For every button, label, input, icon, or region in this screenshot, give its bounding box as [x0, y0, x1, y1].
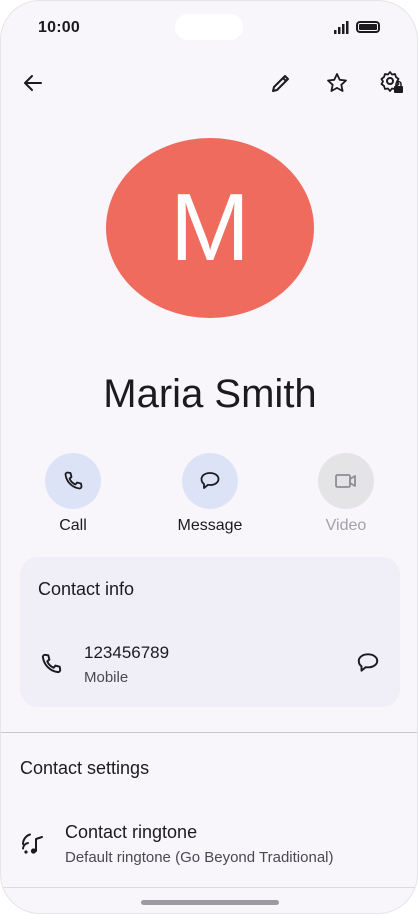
message-action-circle[interactable]	[182, 453, 238, 509]
status-bar: 10:00	[1, 1, 417, 55]
favorite-button[interactable]	[317, 63, 357, 103]
chat-bubble-icon	[357, 653, 379, 672]
contact-info-card: Contact info 123456789 Mobile	[20, 557, 400, 707]
settings-lock-icon	[380, 71, 403, 93]
camera-cutout	[175, 14, 243, 40]
contact-ringtone-item[interactable]: Contact ringtone Default ringtone (Go Be…	[1, 809, 417, 873]
call-action-label: Call	[59, 517, 87, 534]
ringtone-icon	[22, 833, 43, 854]
ringtone-title: Contact ringtone	[65, 822, 198, 842]
contact-name: Maria Smith	[103, 372, 317, 416]
battery-icon	[356, 21, 380, 33]
video-action-label: Video	[325, 517, 367, 534]
edit-button[interactable]	[261, 63, 301, 103]
pencil-icon	[272, 75, 289, 92]
contact-settings-button[interactable]	[372, 63, 412, 103]
back-button[interactable]	[13, 63, 53, 103]
arrow-back-icon	[24, 75, 42, 91]
video-action-button: Video	[296, 453, 396, 535]
message-action-button[interactable]: Message	[160, 453, 260, 535]
status-time: 10:00	[38, 19, 80, 36]
phone-screen: 10:00 M Maria Smith Call Message Video C…	[0, 0, 418, 914]
video-action-circle	[318, 453, 374, 509]
call-action-circle[interactable]	[45, 453, 101, 509]
send-message-button[interactable]	[348, 643, 388, 683]
star-icon	[327, 73, 347, 92]
message-action-label: Message	[177, 517, 243, 534]
avatar-initial: M	[170, 174, 250, 281]
bottom-divider	[1, 887, 417, 888]
chat-bubble-icon	[200, 472, 220, 489]
call-action-button[interactable]: Call	[23, 453, 123, 535]
phone-icon	[41, 653, 62, 674]
section-divider	[1, 732, 417, 733]
contact-info-title: Contact info	[38, 579, 135, 599]
ringtone-value: Default ringtone (Go Beyond Traditional)	[65, 849, 334, 866]
contact-settings-heading: Contact settings	[20, 758, 150, 778]
phone-type-label: Mobile	[84, 669, 129, 686]
home-indicator[interactable]	[141, 900, 279, 905]
signal-icon	[334, 21, 349, 34]
phone-number[interactable]: 123456789	[84, 643, 169, 663]
phone-icon	[64, 471, 83, 490]
contact-avatar: M	[106, 138, 314, 318]
video-camera-icon	[335, 474, 356, 488]
